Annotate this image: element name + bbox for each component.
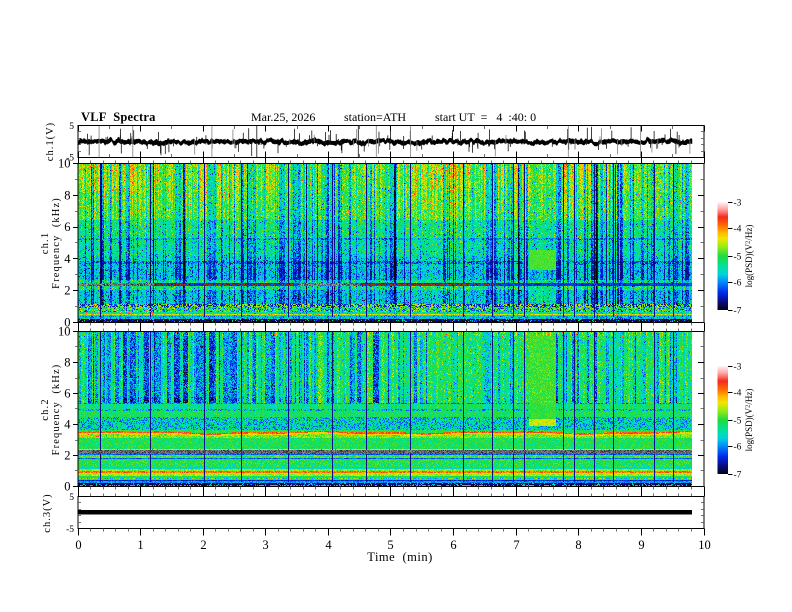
svg-text:ch.2: ch.2 xyxy=(40,398,51,421)
svg-text:10: 10 xyxy=(698,538,711,552)
svg-text:5: 5 xyxy=(69,493,74,503)
svg-text:-6: -6 xyxy=(734,443,742,453)
svg-text:2: 2 xyxy=(64,449,70,463)
svg-text:-3: -3 xyxy=(734,199,742,209)
svg-text:-7: -7 xyxy=(734,307,742,317)
svg-text:4: 4 xyxy=(325,538,332,552)
svg-text:0: 0 xyxy=(75,538,81,552)
svg-text:-5: -5 xyxy=(66,525,74,535)
svg-text:-6: -6 xyxy=(734,279,742,289)
svg-text:ch.1(V): ch.1(V) xyxy=(45,122,56,161)
svg-text:10: 10 xyxy=(58,157,71,171)
svg-text:10: 10 xyxy=(58,325,71,339)
svg-text:1: 1 xyxy=(137,538,143,552)
svg-text:-4: -4 xyxy=(734,225,742,235)
svg-text:-7: -7 xyxy=(734,471,742,481)
svg-text:4: 4 xyxy=(64,418,71,432)
svg-text:log(PSD)(V2/Hz): log(PSD)(V2/Hz) xyxy=(744,389,754,452)
svg-text:station=ATH: station=ATH xyxy=(344,110,406,124)
svg-text:6: 6 xyxy=(64,220,70,234)
svg-text:log(PSD)(V2/Hz): log(PSD)(V2/Hz) xyxy=(744,225,754,288)
svg-text:-4: -4 xyxy=(734,389,742,399)
svg-text:2: 2 xyxy=(64,284,70,298)
svg-text:Time (min): Time (min) xyxy=(367,550,432,564)
svg-text:Frequency (kHz): Frequency (kHz) xyxy=(51,197,62,289)
svg-text:VLF Spectra: VLF Spectra xyxy=(81,110,156,124)
svg-text:ch.3(V): ch.3(V) xyxy=(42,493,53,532)
svg-text:2: 2 xyxy=(200,538,206,552)
svg-text:4: 4 xyxy=(64,252,71,266)
svg-text:ch.1: ch.1 xyxy=(40,232,51,255)
svg-text:6: 6 xyxy=(450,538,456,552)
svg-text:-3: -3 xyxy=(734,363,742,373)
svg-text:8: 8 xyxy=(64,356,70,370)
svg-text:7: 7 xyxy=(513,538,519,552)
svg-text:9: 9 xyxy=(638,538,644,552)
svg-text:3: 3 xyxy=(262,538,268,552)
svg-text:start UT = 4 :40: 0: start UT = 4 :40: 0 xyxy=(435,110,536,124)
svg-text:0: 0 xyxy=(64,480,70,494)
svg-text:Frequency (kHz): Frequency (kHz) xyxy=(51,364,62,456)
svg-text:-5: -5 xyxy=(734,253,742,263)
svg-text:5: 5 xyxy=(69,122,74,132)
svg-text:Mar.25, 2026: Mar.25, 2026 xyxy=(251,110,315,124)
svg-text:8: 8 xyxy=(64,188,70,202)
svg-text:8: 8 xyxy=(575,538,581,552)
svg-text:-5: -5 xyxy=(734,417,742,427)
svg-text:6: 6 xyxy=(64,387,70,401)
